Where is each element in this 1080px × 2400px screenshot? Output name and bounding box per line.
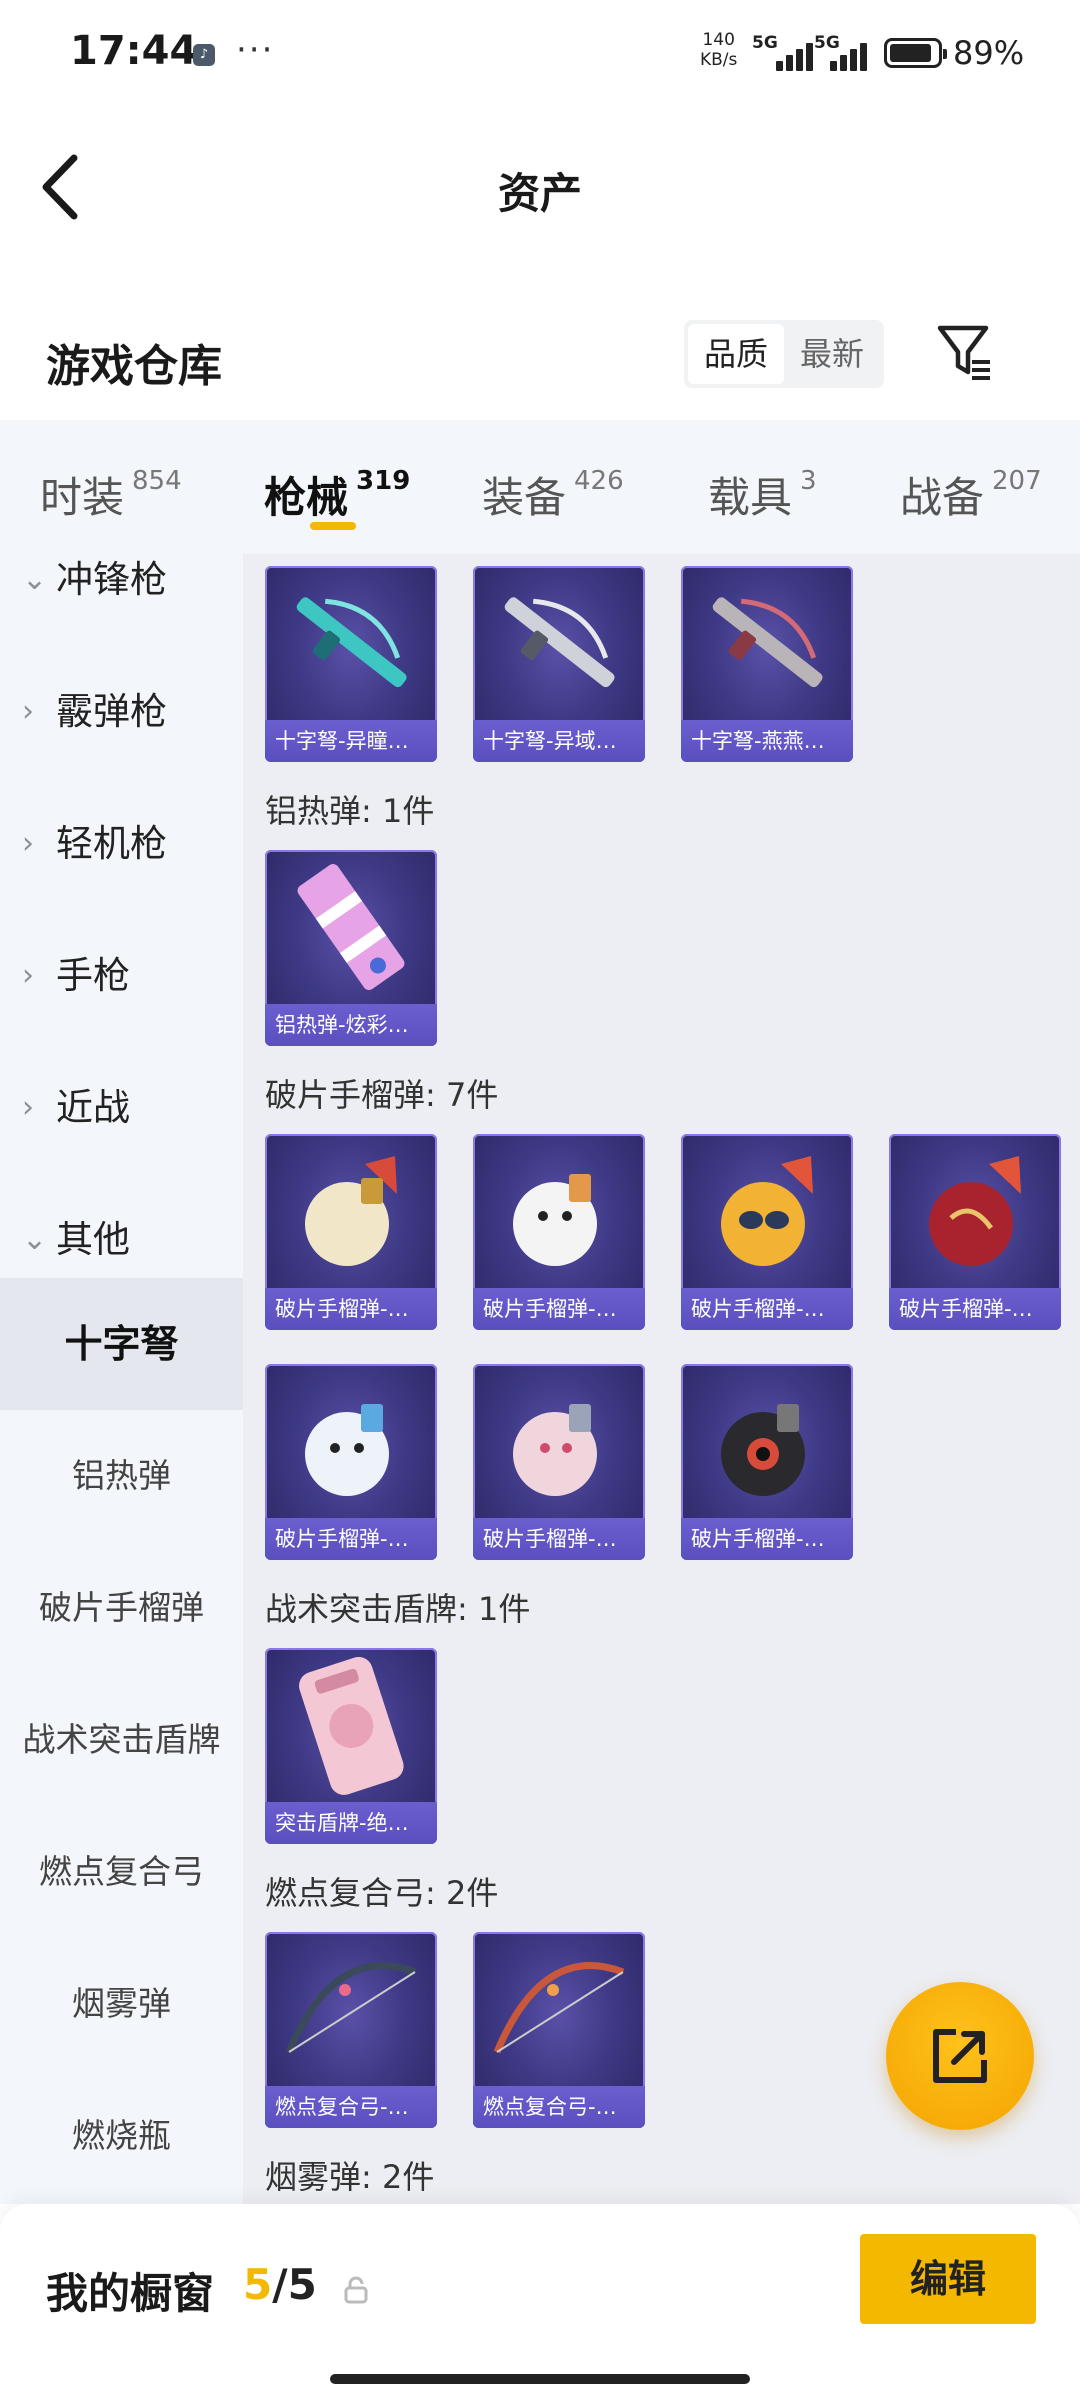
sidebar-subitem-smoke-grenade[interactable]: 烟雾弹 <box>0 1938 243 2070</box>
grenade-skin-image <box>305 1156 397 1266</box>
tab-fashion[interactable]: 时装 854 <box>40 464 182 525</box>
chevron-right-icon: › <box>22 694 34 729</box>
network-speed: 140 KB/s <box>700 30 737 70</box>
tab-equipment[interactable]: 装备 426 <box>482 464 624 525</box>
home-indicator[interactable] <box>330 2374 750 2384</box>
item-card[interactable]: 十字弩-燕燕… <box>681 566 853 762</box>
status-bar: 17:44 ♪ ··· 140 KB/s 5G 5G 89% <box>0 0 1080 110</box>
item-card[interactable]: 燃点复合弓-… <box>473 1932 645 2128</box>
section-title-smoke-grenade: 烟雾弹: 2件 <box>265 2158 435 2196</box>
grenade-skin-image <box>305 1404 389 1496</box>
chevron-down-icon: ⌄ <box>22 562 48 597</box>
sidebar-item-pistol[interactable]: › 手枪 <box>0 910 243 1042</box>
chevron-right-icon: › <box>22 958 34 993</box>
chevron-down-icon: ⌄ <box>22 1222 48 1257</box>
showcase-count: 5/5 <box>243 2260 317 2309</box>
grenade-skin-image <box>721 1156 813 1266</box>
bottom-showcase-bar: 我的橱窗 5/5 编辑 <box>0 2204 1080 2400</box>
item-card[interactable]: 破片手榴弹-… <box>889 1134 1061 1330</box>
showcase-title: 我的橱窗 <box>46 2269 215 2318</box>
page-title: 资产 <box>497 169 582 218</box>
active-tab-indicator <box>310 522 356 530</box>
chevron-right-icon: › <box>22 826 34 861</box>
section-title-frag-grenade: 破片手榴弹: 7件 <box>265 1076 499 1114</box>
sort-newest-button[interactable]: 最新 <box>784 324 880 384</box>
section-title-thermite: 铝热弹: 1件 <box>265 792 435 830</box>
sort-segmented-control: 品质 最新 <box>684 320 884 388</box>
warehouse-title: 游戏仓库 <box>46 341 222 392</box>
item-card[interactable]: 破片手榴弹-… <box>473 1364 645 1560</box>
status-time: 17:44 <box>70 28 198 74</box>
bow-skin-image <box>493 1962 625 2054</box>
tab-firearms[interactable]: 枪械 319 <box>264 464 410 525</box>
tiktok-icon: ♪ <box>193 44 215 66</box>
item-card[interactable]: 破片手榴弹-… <box>681 1364 853 1560</box>
sidebar-subitem-molotov[interactable]: 燃烧瓶 <box>0 2070 243 2202</box>
network-speed-value: 140 <box>702 30 735 50</box>
shield-skin-image <box>299 1656 404 1795</box>
crossbow-skin-image <box>296 597 407 688</box>
battery-icon <box>884 38 947 68</box>
grenade-skin-image <box>929 1156 1021 1266</box>
battery-percent: 89% <box>953 34 1025 72</box>
sidebar-subitem-compound-bow[interactable]: 燃点复合弓 <box>0 1806 243 1938</box>
item-card[interactable]: 破片手榴弹-… <box>265 1364 437 1560</box>
bow-skin-image <box>285 1962 417 2054</box>
item-card[interactable]: 燃点复合弓-… <box>265 1932 437 2128</box>
item-card[interactable]: 破片手榴弹-… <box>681 1134 853 1330</box>
sidebar-item-melee[interactable]: › 近战 <box>0 1042 243 1174</box>
item-card[interactable]: 破片手榴弹-… <box>473 1134 645 1330</box>
item-card[interactable]: 破片手榴弹-… <box>265 1134 437 1330</box>
grenade-skin-image <box>513 1174 597 1266</box>
share-fab-button[interactable] <box>886 1982 1034 2130</box>
sidebar-subitem-crossbow[interactable]: 十字弩 <box>0 1278 243 1410</box>
item-card[interactable]: 突击盾牌-绝… <box>265 1648 437 1844</box>
sidebar-subitem-assault-shield[interactable]: 战术突击盾牌 <box>0 1674 243 1806</box>
grenade-skin-image <box>721 1404 805 1496</box>
section-title-compound-bow: 燃点复合弓: 2件 <box>265 1874 499 1912</box>
chevron-right-icon: › <box>22 1090 34 1125</box>
sidebar-subitem-thermite[interactable]: 铝热弹 <box>0 1410 243 1542</box>
crossbow-skin-image <box>712 597 823 688</box>
tab-vehicles[interactable]: 载具 3 <box>708 464 817 525</box>
network-speed-unit: KB/s <box>700 50 738 70</box>
item-card[interactable]: 铝热弹-炫彩… <box>265 850 437 1046</box>
status-more-icon: ··· <box>236 30 275 70</box>
tab-combat-gear[interactable]: 战备 207 <box>900 464 1042 525</box>
sidebar-item-shotgun[interactable]: › 霰弹枪 <box>0 646 243 778</box>
crossbow-skin-image <box>504 597 615 688</box>
signal-5g-icon: 5G <box>814 33 880 73</box>
signal-5g-icon: 5G <box>752 33 818 73</box>
grenade-skin-image <box>513 1404 597 1496</box>
lock-icon <box>344 2276 368 2304</box>
filter-button[interactable] <box>936 322 994 384</box>
sidebar-subitem-frag-grenade[interactable]: 破片手榴弹 <box>0 1542 243 1674</box>
category-sidebar: ⌄ 冲锋枪 › 霰弹枪 › 轻机枪 › 手枪 › 近战 ⌄ 其他 十字弩 铝热弹… <box>0 554 243 2204</box>
sort-quality-button[interactable]: 品质 <box>688 324 784 384</box>
section-title-assault-shield: 战术突击盾牌: 1件 <box>265 1590 531 1628</box>
edit-button[interactable]: 编辑 <box>860 2234 1036 2324</box>
thermite-skin-image <box>297 863 405 991</box>
item-grid: 十字弩-异瞳… 十字弩-异域… 十字弩-燕燕… 铝热弹: 1件 铝热弹-炫彩… … <box>243 554 1080 2204</box>
filter-icon <box>937 325 990 380</box>
category-tabs: 时装 854 枪械 319 装备 426 载具 3 战备 207 <box>0 420 1080 554</box>
share-external-icon <box>933 2029 987 2083</box>
sidebar-item-lmg[interactable]: › 轻机枪 <box>0 778 243 910</box>
item-card[interactable]: 十字弩-异域… <box>473 566 645 762</box>
sidebar-item-smg[interactable]: ⌄ 冲锋枪 <box>0 554 243 646</box>
item-card[interactable]: 十字弩-异瞳… <box>265 566 437 762</box>
